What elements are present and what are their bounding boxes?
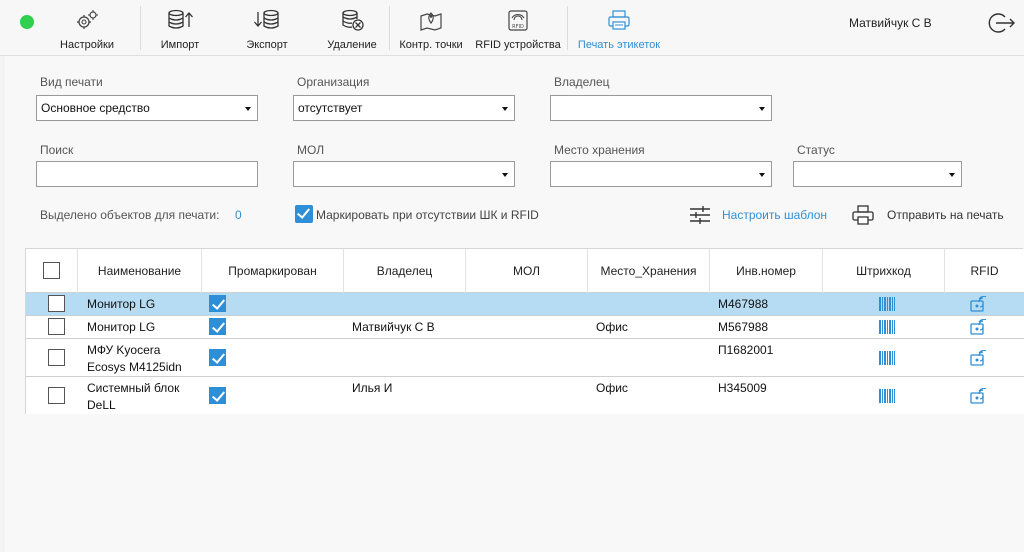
row-marked-checkbox[interactable] (209, 387, 226, 404)
search-label: Поиск (40, 143, 74, 157)
barcode-icon[interactable] (879, 389, 895, 403)
rfid-icon[interactable] (970, 319, 988, 335)
column-header-mol[interactable]: МОЛ (466, 249, 588, 293)
column-header-marked[interactable]: Промаркирован (202, 249, 344, 293)
row-select-checkbox[interactable] (48, 295, 65, 312)
rfid-reader-icon: RFID (508, 10, 528, 31)
send-to-print-label: Отправить на печать (887, 208, 1004, 222)
toolbar-divider (389, 6, 390, 50)
table-row[interactable]: МФУ Kyocera Ecosys M4125idn П1682001 (26, 339, 1024, 377)
settings-button[interactable]: Настройки (52, 0, 122, 56)
import-button[interactable]: Импорт (145, 0, 215, 56)
row-select-checkbox[interactable] (48, 349, 65, 366)
column-header-storage[interactable]: Место_Хранения (588, 249, 710, 293)
print-type-label: Вид печати (40, 75, 103, 89)
checkpoints-label: Контр. точки (399, 39, 463, 51)
map-pin-icon (420, 12, 442, 31)
rfid-devices-button[interactable]: RFID RFID устройства (475, 0, 561, 56)
row-inv-number: M567988 (718, 320, 769, 334)
rfid-icon[interactable] (970, 296, 988, 312)
configure-template-button[interactable]: Настроить шаблон (689, 204, 831, 226)
gear-icon (77, 10, 98, 29)
delete-button[interactable]: Удаление (317, 0, 387, 56)
objects-table: Наименование Промаркирован Владелец МОЛ … (25, 248, 1024, 414)
storage-select[interactable] (550, 161, 772, 187)
status-label: Статус (797, 143, 835, 157)
column-header-rfid[interactable]: RFID (945, 249, 1024, 293)
owner-select[interactable] (550, 95, 772, 121)
database-import-icon (168, 9, 193, 29)
rfid-devices-label: RFID устройства (475, 39, 561, 51)
database-export-icon (254, 9, 279, 29)
mol-label: МОЛ (297, 143, 325, 157)
connection-status-indicator (20, 15, 34, 29)
print-labels-label: Печать этикеток (577, 39, 661, 51)
database-delete-icon (342, 9, 364, 31)
mark-if-missing-checkbox[interactable] (295, 205, 313, 223)
row-inv-number: M467988 (718, 297, 769, 311)
row-inv-number: H345009 (718, 381, 767, 395)
configure-template-label: Настроить шаблон (722, 208, 828, 222)
organization-label: Организация (297, 75, 370, 89)
row-name-line2: Ecosys M4125idn (87, 360, 182, 374)
row-inv-number: П1682001 (718, 343, 774, 357)
table-row[interactable]: Монитор LG Матвийчук С В Офис M567988 (26, 316, 1024, 339)
row-marked-checkbox[interactable] (209, 295, 226, 312)
barcode-icon[interactable] (879, 297, 895, 311)
row-marked-checkbox[interactable] (209, 318, 226, 335)
print-labels-button[interactable]: Печать этикеток (573, 0, 665, 56)
toolbar-divider (140, 6, 141, 50)
row-name: Монитор LG (87, 297, 156, 311)
mol-select[interactable] (293, 161, 515, 187)
column-header-barcode[interactable]: Штрихкод (823, 249, 945, 293)
row-storage: Офис (596, 320, 628, 334)
current-user-name: Матвийчук С В (849, 16, 932, 30)
settings-label: Настройки (60, 39, 114, 51)
rfid-icon[interactable] (970, 388, 988, 404)
row-marked-checkbox[interactable] (209, 349, 226, 366)
svg-text:RFID: RFID (512, 24, 524, 30)
import-label: Импорт (160, 39, 200, 51)
row-owner: Матвийчук С В (352, 320, 435, 334)
column-header-name[interactable]: Наименование (78, 249, 202, 293)
organization-select[interactable]: отсутствует (293, 95, 515, 121)
row-name-line2: DeLL (87, 398, 116, 412)
row-select-checkbox[interactable] (48, 387, 65, 404)
selected-count-value: 0 (235, 208, 242, 222)
toolbar: Настройки Импорт Экспорт Удаление Контр.… (0, 0, 1024, 56)
status-select[interactable] (793, 161, 962, 187)
export-button[interactable]: Экспорт (232, 0, 302, 56)
sliders-icon (690, 206, 710, 224)
table-row[interactable]: Монитор LG M467988 (26, 293, 1024, 316)
barcode-icon[interactable] (879, 320, 895, 334)
export-label: Экспорт (246, 39, 288, 51)
selected-count-label: Выделено объектов для печати: (40, 208, 220, 222)
select-all-checkbox[interactable] (43, 262, 60, 279)
send-to-print-button[interactable]: Отправить на печать (852, 204, 1012, 226)
toolbar-divider (567, 6, 568, 50)
storage-label: Место хранения (554, 143, 645, 157)
owner-label: Владелец (554, 75, 610, 89)
row-owner: Илья И (352, 381, 393, 395)
table-header: Наименование Промаркирован Владелец МОЛ … (26, 249, 1024, 293)
table-row[interactable]: Системный блок DeLL Илья И Офис H345009 (26, 377, 1024, 414)
barcode-icon[interactable] (879, 351, 895, 365)
column-header-owner[interactable]: Владелец (344, 249, 466, 293)
row-storage: Офис (596, 381, 628, 395)
row-select-checkbox[interactable] (48, 318, 65, 335)
row-name: Монитор LG (87, 320, 156, 334)
delete-label: Удаление (327, 39, 377, 51)
print-type-select[interactable]: Основное средство (36, 95, 258, 121)
column-header-inv-number[interactable]: Инв.номер (710, 249, 823, 293)
checkpoints-button[interactable]: Контр. точки (395, 0, 467, 56)
mark-if-missing-label: Маркировать при отсутствии ШК и RFID (316, 208, 539, 222)
printer-icon (608, 10, 630, 30)
header-select-cell (26, 249, 78, 293)
logout-icon[interactable] (986, 10, 1016, 36)
search-input[interactable] (36, 161, 258, 187)
rfid-icon[interactable] (970, 350, 988, 366)
printer-icon (852, 205, 874, 225)
